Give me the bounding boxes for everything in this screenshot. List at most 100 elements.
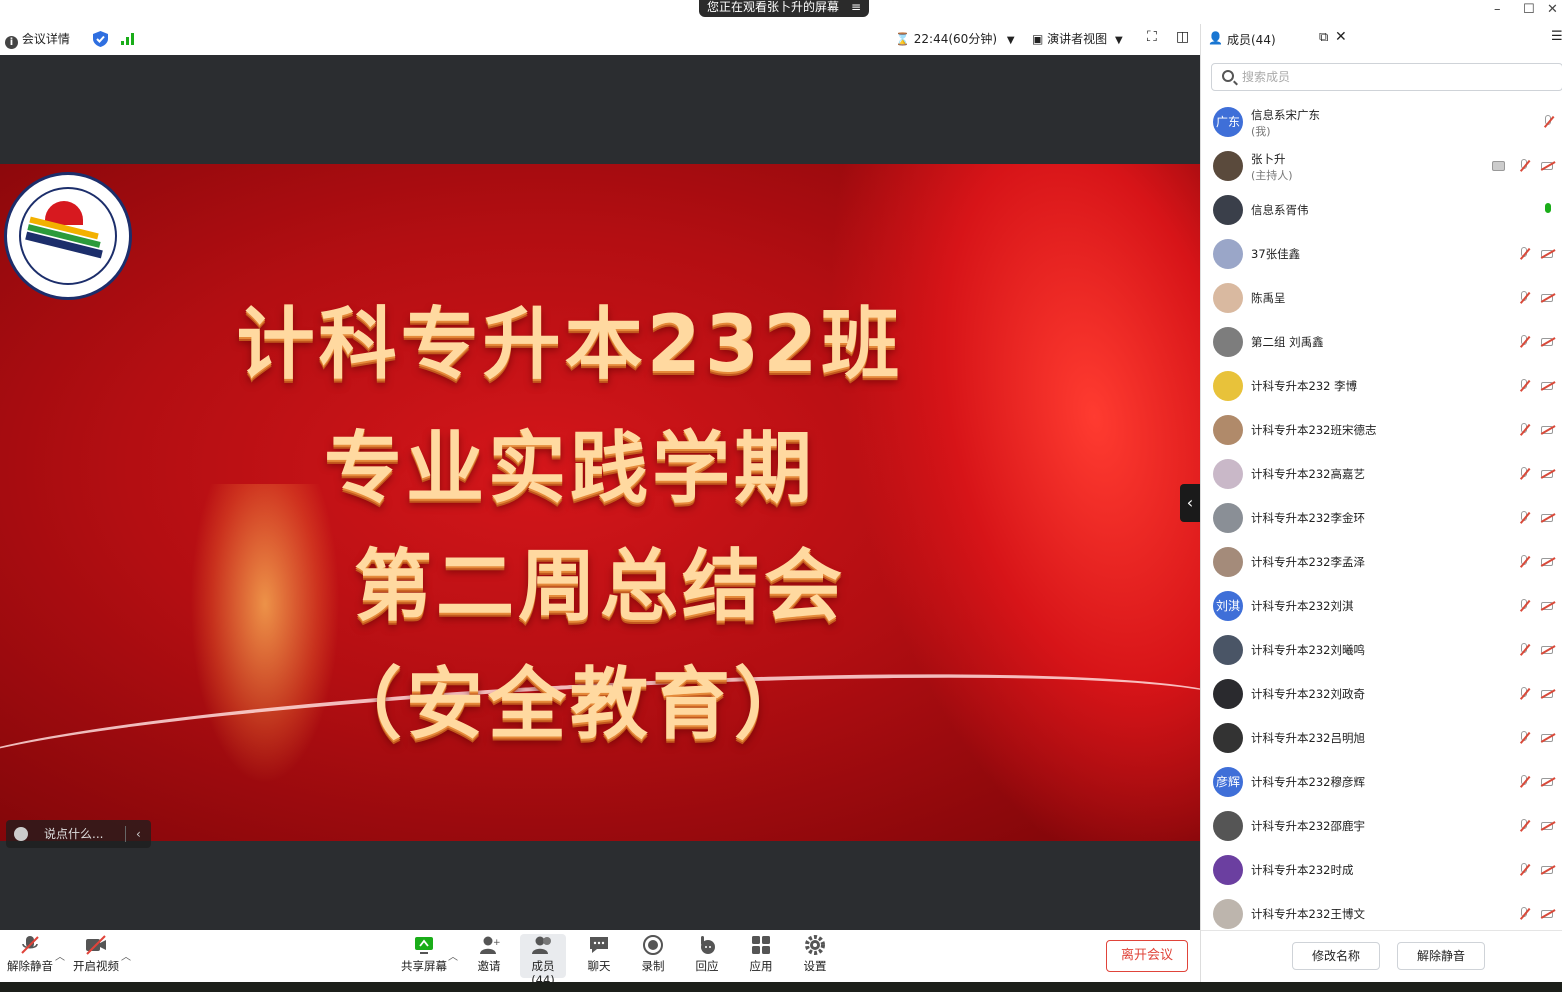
member-row[interactable]: 计科专升本232吕明旭 [1201, 716, 1562, 760]
member-row[interactable]: 计科专升本232刘政奇 [1201, 672, 1562, 716]
mic-off-icon[interactable] [1517, 159, 1531, 173]
member-row[interactable]: 彦辉 计科专升本232穆彦辉 [1201, 760, 1562, 804]
mic-off-icon[interactable] [1517, 423, 1531, 437]
camera-off-icon[interactable] [1541, 467, 1555, 481]
camera-off-icon[interactable] [1541, 687, 1555, 701]
reactions-button[interactable]: 回应 [679, 934, 735, 973]
chat-quick-input[interactable]: 说点什么... ‹ [6, 820, 151, 848]
settings-button[interactable]: 设置 [787, 934, 843, 973]
timer-button[interactable]: ⌛ 22:44(60分钟) ▼ [895, 31, 1015, 49]
mic-off-icon[interactable] [1517, 731, 1531, 745]
close-icon[interactable]: ✕ [1547, 2, 1558, 17]
camera-off-icon[interactable] [1541, 819, 1555, 833]
member-search-input[interactable] [1242, 68, 1542, 86]
camera-off-icon[interactable] [1541, 775, 1555, 789]
chevron-up-icon[interactable]: ︿ [448, 948, 458, 963]
popout-icon[interactable]: ⧉ [1319, 30, 1328, 45]
member-row[interactable]: 信息系胥伟 [1201, 188, 1562, 232]
mic-off-icon[interactable] [1517, 379, 1531, 393]
member-row[interactable]: 计科专升本232王博文 [1201, 892, 1562, 930]
chevron-up-icon[interactable]: ︿ [55, 948, 65, 963]
member-row[interactable]: 计科专升本232时成 [1201, 848, 1562, 892]
invite-button[interactable]: + 邀请 [461, 934, 517, 973]
members-icon [520, 934, 566, 956]
member-row[interactable]: 张卜升 (主持人) [1201, 144, 1562, 188]
mic-off-icon[interactable] [1517, 907, 1531, 921]
member-row[interactable]: 计科专升本232邵鹿宇 [1201, 804, 1562, 848]
avatar [1213, 899, 1243, 929]
camera-off-icon[interactable] [1541, 599, 1555, 613]
rename-button[interactable]: 修改名称 [1292, 942, 1380, 970]
gear-icon [787, 934, 843, 956]
camera-off-icon[interactable] [1541, 379, 1555, 393]
minimize-icon[interactable]: – [1494, 2, 1501, 17]
member-row[interactable]: 陈禹呈 [1201, 276, 1562, 320]
shield-icon[interactable] [93, 31, 108, 47]
member-row[interactable]: 计科专升本232刘曦鸣 [1201, 628, 1562, 672]
mic-off-icon[interactable] [1517, 335, 1531, 349]
chevron-up-icon[interactable]: ︿ [121, 948, 131, 963]
mic-off-icon[interactable] [1517, 247, 1531, 261]
members-button[interactable]: 成员(44) [520, 934, 566, 987]
record-button[interactable]: 录制 [625, 934, 681, 973]
share-banner[interactable]: 您正在观看张卜升的屏幕 ≡ [699, 0, 869, 17]
camera-off-icon[interactable] [1541, 511, 1555, 525]
member-role: (我) [1251, 125, 1271, 138]
mic-off-icon[interactable] [1517, 819, 1531, 833]
apps-button[interactable]: 应用 [733, 934, 789, 973]
signal-icon[interactable] [121, 33, 135, 45]
emoji-icon[interactable] [14, 827, 28, 841]
mic-off-icon[interactable] [1517, 863, 1531, 877]
mic-off-icon[interactable] [1541, 115, 1555, 129]
mic-off-icon[interactable] [1517, 291, 1531, 305]
member-search[interactable] [1211, 63, 1562, 91]
mic-off-icon[interactable] [1517, 467, 1531, 481]
mic-off-icon[interactable] [1517, 511, 1531, 525]
close-panel-icon[interactable]: ✕ [1335, 29, 1347, 45]
chat-button[interactable]: 聊天 [571, 934, 627, 973]
meeting-details-button[interactable]: i 会议详情 [5, 31, 70, 49]
mic-on-icon[interactable] [1541, 203, 1555, 217]
camera-off-icon[interactable] [1541, 423, 1555, 437]
mic-off-icon[interactable] [1517, 599, 1531, 613]
camera-off-icon[interactable] [1541, 291, 1555, 305]
member-row[interactable]: 计科专升本232高嘉艺 [1201, 452, 1562, 496]
maximize-icon[interactable]: ☐ [1523, 2, 1535, 17]
member-row[interactable]: 第二组 刘禹鑫 [1201, 320, 1562, 364]
member-row[interactable]: 计科专升本232班宋德志 [1201, 408, 1562, 452]
fullscreen-icon[interactable]: ⛶ [1147, 29, 1157, 45]
camera-off-icon[interactable] [1541, 907, 1555, 921]
share-screen-button[interactable]: 共享屏幕 [396, 934, 452, 973]
mic-off-icon[interactable] [1517, 643, 1531, 657]
leave-meeting-button[interactable]: 离开会议 [1106, 940, 1188, 972]
member-row[interactable]: 刘淇 计科专升本232刘淇 [1201, 584, 1562, 628]
collapse-panel-button[interactable]: ‹ [1180, 484, 1200, 522]
title-bar: 您正在观看张卜升的屏幕 ≡ – ☐ ✕ [0, 0, 1562, 24]
menu-icon[interactable]: ☰ [1551, 29, 1562, 44]
member-row[interactable]: 37张佳鑫 [1201, 232, 1562, 276]
start-video-button[interactable]: 开启视频 [68, 934, 124, 973]
mic-off-icon[interactable] [1517, 775, 1531, 789]
camera-off-icon[interactable] [1541, 335, 1555, 349]
chevron-left-icon[interactable]: ‹ [136, 820, 141, 848]
mic-off-icon[interactable] [1517, 555, 1531, 569]
camera-off-icon[interactable] [1541, 159, 1555, 173]
camera-off-icon[interactable] [1541, 555, 1555, 569]
camera-off-icon[interactable] [1541, 731, 1555, 745]
unmute-all-button[interactable]: 解除静音 [1397, 942, 1485, 970]
member-row[interactable]: 广东 信息系宋广东 (我) [1201, 100, 1562, 144]
share-menu-icon[interactable]: ≡ [851, 0, 861, 15]
view-mode-button[interactable]: ▣ 演讲者视图 ▼ [1032, 31, 1123, 49]
mic-off-icon[interactable] [1517, 687, 1531, 701]
camera-off-icon[interactable] [1541, 643, 1555, 657]
member-row[interactable]: 计科专升本232 李博 [1201, 364, 1562, 408]
unmute-button[interactable]: 解除静音 [2, 934, 58, 973]
sidebar-toggle-icon[interactable]: ◫ [1176, 29, 1189, 45]
chat-icon [571, 934, 627, 956]
camera-off-icon[interactable] [1541, 247, 1555, 261]
member-row[interactable]: 计科专升本232李孟泽 [1201, 540, 1562, 584]
shared-screen-stage: 计科专升本232班 专业实践学期 第二周总结会 （安全教育） 说点什么... ‹… [0, 55, 1200, 930]
search-icon [1222, 70, 1234, 82]
member-row[interactable]: 计科专升本232李金环 [1201, 496, 1562, 540]
camera-off-icon[interactable] [1541, 863, 1555, 877]
